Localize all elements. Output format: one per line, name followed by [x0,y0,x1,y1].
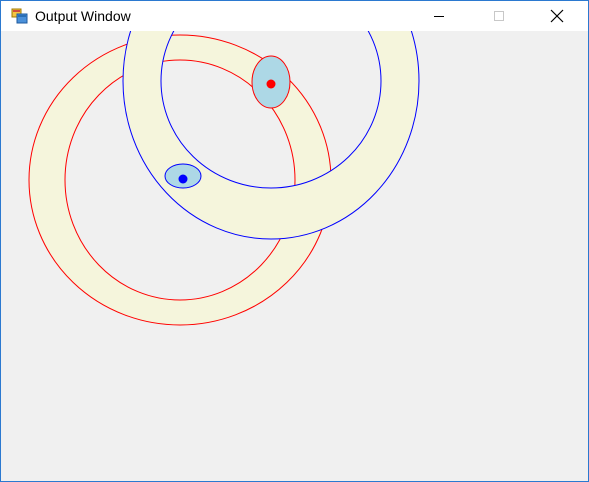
close-button[interactable] [534,1,580,31]
blue-marker-dot[interactable] [178,174,188,184]
window-title: Output Window [35,8,131,24]
title-bar[interactable]: Output Window [1,1,588,31]
minimize-button[interactable] [416,1,462,31]
close-icon [550,9,564,23]
maximize-icon [494,11,504,21]
app-window-icon[interactable] [11,8,28,24]
red-marker-dot[interactable] [266,79,276,89]
maximize-button[interactable] [476,1,522,31]
output-window: Output Window [0,0,589,482]
drawing-canvas [28,31,420,326]
drawing-area[interactable] [1,31,588,481]
minimize-icon [434,16,444,17]
